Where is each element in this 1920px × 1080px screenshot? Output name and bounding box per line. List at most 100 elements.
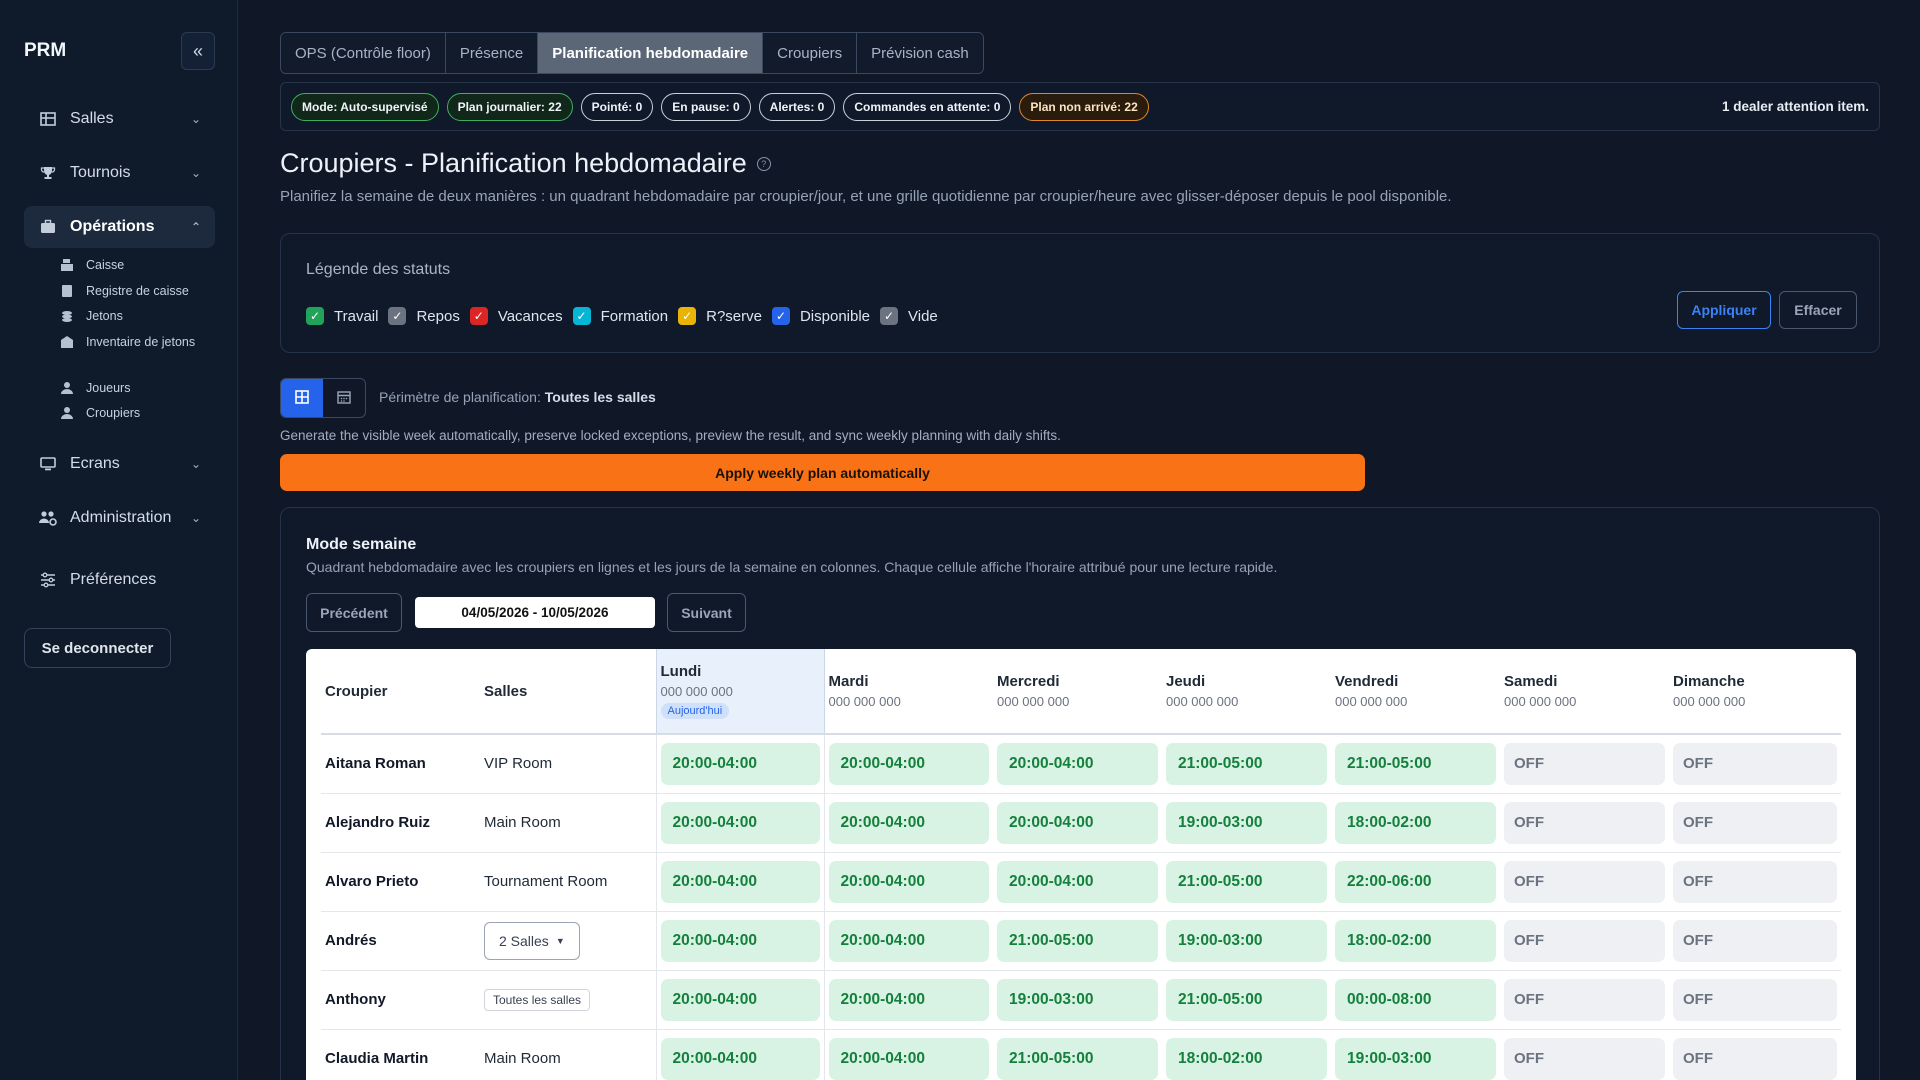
dealer-attention-text: 1 dealer attention item. — [1721, 99, 1869, 114]
shift-time[interactable]: 20:00-04:00 — [660, 860, 820, 903]
sidebar-item-tournois[interactable]: Tournois ⌄ — [24, 152, 215, 194]
sidebar-subitem-inventaire[interactable]: Inventaire de jetons — [60, 333, 210, 351]
shift-time[interactable]: 20:00-04:00 — [660, 978, 820, 1021]
shift-off[interactable]: OFF — [1504, 742, 1665, 785]
sidebar-item-administration[interactable]: Administration ⌄ — [24, 497, 215, 539]
col-header-salles: Salles — [480, 649, 656, 735]
clear-button[interactable]: Effacer — [1779, 291, 1857, 329]
legend-item[interactable]: ✓ R?serve — [678, 307, 762, 325]
legend-item[interactable]: ✓ Vacances — [469, 307, 563, 325]
shift-cell: 20:00-04:00 — [824, 734, 993, 794]
sidebar-item-ecrans[interactable]: Ecrans ⌄ — [24, 443, 215, 485]
shift-time[interactable]: 21:00-05:00 — [1166, 860, 1327, 903]
table-body: Aitana Roman VIP Room 20:00-04:00 20:00-04:… — [321, 734, 1841, 1080]
shift-off[interactable]: OFF — [1673, 742, 1837, 785]
rooms-chip: Toutes les salles — [484, 988, 591, 1011]
double-chevron-left-icon: « — [192, 40, 203, 61]
shift-cell: OFF — [1500, 1029, 1669, 1080]
checkbox-checked-icon[interactable]: ✓ — [678, 307, 697, 325]
shift-time[interactable]: 21:00-05:00 — [997, 919, 1158, 962]
legend-item[interactable]: ✓ Vide — [880, 307, 938, 325]
shift-off[interactable]: OFF — [1504, 1037, 1665, 1080]
checkbox-checked-icon[interactable]: ✓ — [572, 307, 591, 325]
shift-time[interactable]: 20:00-04:00 — [828, 919, 989, 962]
shift-time[interactable]: 19:00-03:00 — [1335, 1037, 1496, 1080]
tab-planification[interactable]: Planification hebdomadaire — [538, 33, 764, 73]
sidebar-item-preferences[interactable]: Préférences — [24, 559, 215, 601]
shift-time[interactable]: 20:00-04:00 — [828, 860, 989, 903]
shift-time[interactable]: 20:00-04:00 — [660, 742, 820, 785]
caret-down-icon: ▼ — [555, 935, 565, 946]
legend-title: Légende des statuts — [306, 261, 451, 278]
legend-item[interactable]: ✓ Travail — [306, 307, 378, 325]
tab-ops[interactable]: OPS (Contrôle floor) — [281, 33, 446, 73]
shift-cell: 21:00-05:00 — [1331, 734, 1500, 794]
collapse-sidebar-button[interactable]: « — [181, 32, 215, 70]
shift-time[interactable]: 19:00-03:00 — [1166, 801, 1327, 844]
help-icon[interactable]: ? — [756, 156, 771, 171]
shift-off[interactable]: OFF — [1673, 919, 1837, 962]
shift-time[interactable]: 21:00-05:00 — [1166, 978, 1327, 1021]
sidebar-subitem-croupiers[interactable]: Croupiers — [60, 404, 210, 422]
shift-time[interactable]: 20:00-04:00 — [660, 801, 820, 844]
sidebar-subitem-jetons[interactable]: Jetons — [60, 307, 210, 325]
shift-time[interactable]: 18:00-02:00 — [1335, 801, 1496, 844]
checkbox-checked-icon[interactable]: ✓ — [469, 307, 488, 325]
calendar-view-button[interactable] — [323, 379, 365, 417]
tab-croupiers[interactable]: Croupiers — [763, 33, 858, 73]
shift-off[interactable]: OFF — [1673, 801, 1837, 844]
apply-weekly-plan-button[interactable]: Apply weekly plan automatically — [280, 454, 1365, 491]
shift-time[interactable]: 20:00-04:00 — [828, 742, 989, 785]
shift-off[interactable]: OFF — [1504, 919, 1665, 962]
legend-item[interactable]: ✓ Disponible — [771, 307, 870, 325]
shift-off[interactable]: OFF — [1504, 978, 1665, 1021]
day-date: 000 000 000 — [1335, 694, 1408, 709]
next-week-button[interactable]: Suivant — [667, 593, 746, 632]
logout-button[interactable]: Se deconnecter — [24, 628, 171, 668]
grid-view-button[interactable] — [281, 379, 323, 417]
tab-presence[interactable]: Présence — [445, 33, 539, 73]
shift-time[interactable]: 00:00-08:00 — [1335, 978, 1496, 1021]
shift-time[interactable]: 22:00-06:00 — [1335, 860, 1496, 903]
rooms-dropdown[interactable]: 2 Salles ▼ — [484, 921, 580, 960]
day-name: Samedi — [1504, 673, 1558, 690]
shift-time[interactable]: 20:00-04:00 — [997, 742, 1158, 785]
shift-off[interactable]: OFF — [1673, 978, 1837, 1021]
shift-time[interactable]: 20:00-04:00 — [828, 1037, 989, 1080]
shift-time[interactable]: 20:00-04:00 — [997, 801, 1158, 844]
shift-time[interactable]: 18:00-02:00 — [1335, 919, 1496, 962]
users-cog-icon — [38, 508, 58, 528]
checkbox-checked-icon[interactable]: ✓ — [306, 307, 324, 325]
shift-time[interactable]: 19:00-03:00 — [1166, 919, 1327, 962]
previous-week-button[interactable]: Précédent — [306, 593, 402, 632]
checkbox-checked-icon[interactable]: ✓ — [771, 307, 790, 325]
shift-off[interactable]: OFF — [1504, 801, 1665, 844]
shift-time[interactable]: 20:00-04:00 — [660, 919, 820, 962]
tab-prevision-cash[interactable]: Prévision cash — [857, 33, 983, 73]
shift-time[interactable]: 18:00-02:00 — [1166, 1037, 1327, 1080]
shift-time[interactable]: 20:00-04:00 — [660, 1037, 820, 1080]
sidebar-subitem-registre[interactable]: Registre de caisse — [60, 282, 210, 300]
checkbox-checked-icon[interactable]: ✓ — [880, 307, 899, 325]
shift-time[interactable]: 21:00-05:00 — [1166, 742, 1327, 785]
sidebar-item-operations[interactable]: Opérations ⌃ — [24, 206, 215, 248]
sidebar-subitem-joueurs[interactable]: Joueurs — [60, 379, 210, 397]
week-range-field[interactable]: 04/05/2026 - 10/05/2026 — [415, 597, 655, 628]
apply-button[interactable]: Appliquer — [1677, 291, 1771, 329]
shift-time[interactable]: 20:00-04:00 — [828, 801, 989, 844]
shift-time[interactable]: 21:00-05:00 — [1335, 742, 1496, 785]
shift-time[interactable]: 20:00-04:00 — [828, 978, 989, 1021]
sidebar-subitem-caisse[interactable]: Caisse — [60, 256, 210, 274]
legend-item[interactable]: ✓ Formation — [572, 307, 668, 325]
legend-item[interactable]: ✓ Repos — [388, 307, 460, 325]
shift-time[interactable]: 20:00-04:00 — [997, 860, 1158, 903]
shift-off[interactable]: OFF — [1504, 860, 1665, 903]
shift-cell: 20:00-04:00 — [824, 793, 993, 853]
shift-cell: 19:00-03:00 — [1331, 1029, 1500, 1080]
shift-off[interactable]: OFF — [1673, 1037, 1837, 1080]
shift-time[interactable]: 21:00-05:00 — [997, 1037, 1158, 1080]
sidebar-item-salles[interactable]: Salles ⌄ — [24, 98, 215, 140]
shift-time[interactable]: 19:00-03:00 — [997, 978, 1158, 1021]
shift-off[interactable]: OFF — [1673, 860, 1837, 903]
checkbox-checked-icon[interactable]: ✓ — [388, 307, 407, 325]
